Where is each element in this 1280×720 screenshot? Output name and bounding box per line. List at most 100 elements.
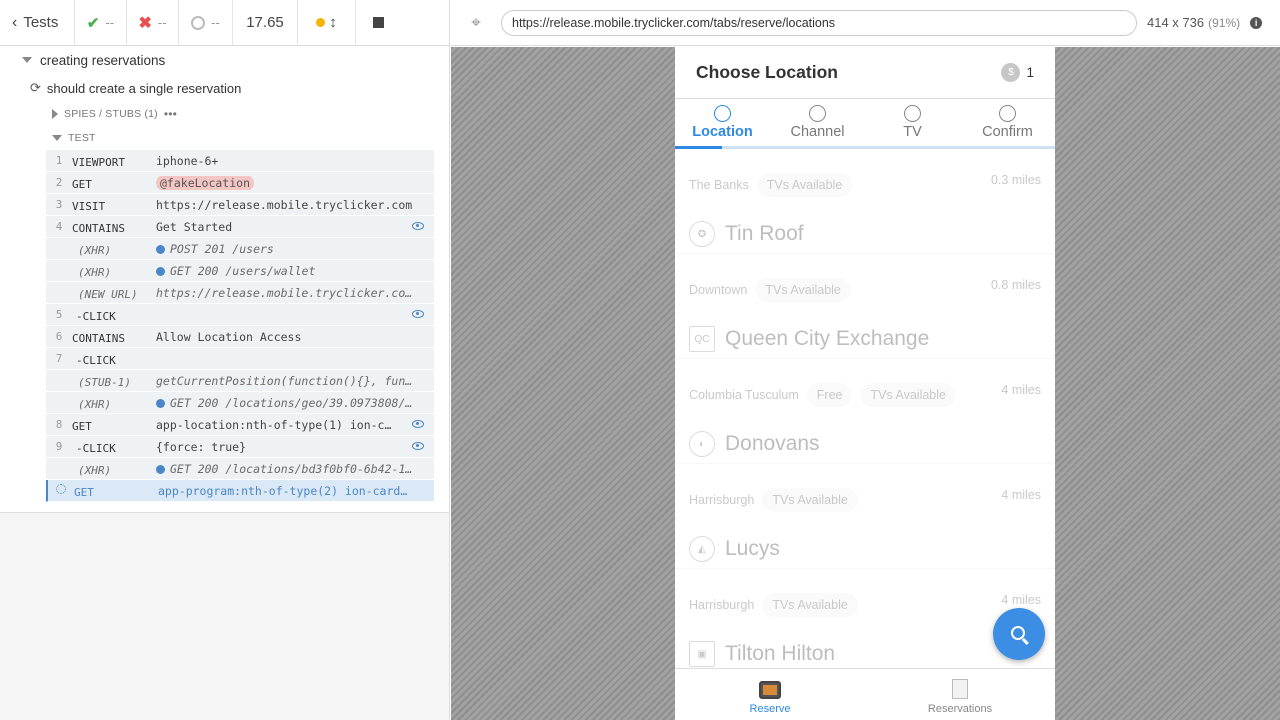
location-name-row: ▣ Tilton Hilton	[689, 641, 835, 667]
step-circle-icon	[809, 105, 826, 122]
location-tags: Harrisburgh TVs Available	[689, 488, 858, 512]
command-name: VIEWPORT	[72, 156, 125, 169]
visibility-eye-icon	[412, 222, 424, 230]
suite-title[interactable]: creating reservations	[0, 46, 449, 74]
viewport-info[interactable]: 414 x 736 (91%) i	[1147, 15, 1263, 30]
command-row[interactable]: 5 -CLICK	[46, 304, 434, 326]
location-card[interactable]: Columbia Tusculum Free TVs Available 4 mile…	[675, 359, 1055, 464]
test-title[interactable]: ⟳ should create a single reservation	[0, 74, 449, 102]
step-confirm[interactable]: Confirm	[960, 99, 1055, 146]
command-message: GET 200 /locations/bd3f0bf0-6b42-11…	[156, 462, 434, 476]
command-message: getCurrentPosition(function(){}, fun…	[156, 373, 413, 388]
command-row[interactable]: (STUB-1) getCurrentPosition(function(){},…	[46, 370, 434, 392]
command-row[interactable]: 2 GET @fakeLocation	[46, 172, 434, 194]
command-number: 5	[55, 308, 63, 321]
step-label: Confirm	[982, 124, 1033, 140]
command-row[interactable]: (XHR) GET 200 /locations/geo/39.0973808/-…	[46, 392, 434, 414]
location-card[interactable]: The Banks TVs Available 0.3 miles ✪ Tin Roof	[675, 149, 1055, 254]
search-fab[interactable]	[993, 608, 1045, 660]
command-row[interactable]: 4 CONTAINS Get Started	[46, 216, 434, 238]
command-number	[48, 484, 74, 497]
pending-stat: --	[179, 0, 233, 45]
tests-back-button[interactable]: ‹ Tests	[0, 0, 75, 45]
command-row[interactable]: (XHR) GET 200 /users/wallet	[46, 260, 434, 282]
command-row[interactable]: 6 CONTAINS Allow Location Access	[46, 326, 434, 348]
command-row[interactable]: (XHR) POST 201 /users	[46, 238, 434, 260]
command-row[interactable]: 8 GET app-location:nth-of-type(1) ion-c…	[46, 414, 434, 436]
step-location[interactable]: Location	[675, 99, 770, 146]
spies-stubs-toggle[interactable]: SPIES / STUBS (1) •••	[0, 102, 449, 126]
tab-reservations[interactable]: Reservations	[865, 669, 1055, 720]
selector-playground-button[interactable]: ⌖	[451, 13, 501, 33]
cross-icon: ✖	[138, 14, 152, 32]
step-channel[interactable]: Channel	[770, 99, 865, 146]
command-message: app-location:nth-of-type(1) ion-c…	[156, 417, 392, 432]
location-tags: The Banks TVs Available	[689, 173, 853, 197]
command-row[interactable]: (XHR) GET 200 /locations/bd3f0bf0-6b42-11…	[46, 458, 434, 480]
caret-down-icon	[22, 57, 32, 63]
scroll-arrows-icon: ↕	[329, 14, 337, 31]
url-bar[interactable]: https://release.mobile.tryclicker.com/ta…	[501, 9, 1137, 36]
command-message: https://release.mobile.tryclicker.co…	[156, 285, 413, 300]
command-row[interactable]: 7 -CLICK	[46, 348, 434, 370]
tab-reserve[interactable]: Reserve	[675, 669, 865, 720]
tab-label: Reservations	[927, 703, 993, 715]
location-tags: Columbia Tusculum Free TVs Available	[689, 383, 956, 407]
location-card[interactable]: Harrisburgh TVs Available 4 miles ◭ Lucys	[675, 464, 1055, 569]
tests-label: Tests	[23, 14, 59, 31]
location-area: Harrisburgh	[689, 598, 755, 612]
location-area: The Banks	[689, 178, 749, 192]
step-label: TV	[903, 124, 922, 140]
xhr-status-icon	[156, 266, 165, 276]
info-icon: i	[1250, 16, 1263, 29]
location-tag: TVs Available	[762, 593, 858, 617]
xhr-message: GET 200 /locations/bd3f0bf0-6b42-11…	[170, 461, 420, 476]
stop-button[interactable]	[356, 0, 400, 45]
step-tv[interactable]: TV	[865, 99, 960, 146]
test-hook-toggle[interactable]: TEST	[0, 126, 449, 150]
command-number: 2	[55, 176, 63, 189]
location-name-row: QC Queen City Exchange	[689, 326, 929, 352]
xhr-message: GET 200 /users/wallet	[170, 263, 316, 278]
command-number: 7	[55, 352, 63, 365]
reservation-stepper: Location Channel TV Confirm	[675, 99, 1055, 149]
location-tags: Harrisburgh TVs Available	[689, 593, 858, 617]
location-distance: 4 miles	[1001, 593, 1041, 607]
location-name-row: ✪ Tin Roof	[689, 221, 804, 247]
alias-badge: @fakeLocation	[156, 175, 255, 190]
venue-logo-icon: ◭	[689, 536, 715, 562]
location-distance: 0.8 miles	[990, 278, 1041, 292]
visibility-eye-icon	[412, 442, 424, 450]
command-name: (STUB-1)	[78, 376, 131, 389]
location-tag: TVs Available	[755, 278, 851, 302]
command-number: 8	[55, 418, 63, 431]
coin-icon: $	[1001, 63, 1021, 82]
duration: 17.65	[233, 0, 298, 45]
command-name: (XHR)	[78, 244, 112, 257]
command-number: 9	[55, 440, 63, 453]
running-status-icon	[316, 18, 326, 27]
command-row[interactable]: GET app-program:nth-of-type(2) ion-card-…	[46, 480, 434, 502]
location-name: Tin Roof	[725, 222, 804, 245]
command-message: Allow Location Access	[156, 329, 302, 344]
command-row[interactable]: 9 -CLICK {force: true}	[46, 436, 434, 458]
command-name: GET	[72, 178, 92, 191]
tab-bar: Reserve Reservations	[675, 668, 1055, 720]
location-card[interactable]: Downtown TVs Available 0.8 miles QC Queen Ci…	[675, 254, 1055, 359]
xhr-status-icon	[156, 464, 165, 474]
command-row[interactable]: 3 VISIT https://release.mobile.tryclicker.…	[46, 194, 434, 216]
command-row[interactable]: 1 VIEWPORT iphone-6+	[46, 150, 434, 172]
aut-viewport: Choose Location $ 1 Location Channel TV Con…	[451, 47, 1280, 720]
auto-scroll-toggle[interactable]: ↕	[298, 0, 356, 45]
more-icon: •••	[163, 107, 178, 121]
command-message: app-program:nth-of-type(2) ion-card-…	[158, 483, 415, 498]
location-distance: 4 miles	[1001, 383, 1041, 397]
command-name: -CLICK	[76, 354, 116, 367]
location-name-row: ◭ Lucys	[689, 536, 780, 562]
command-name: GET	[74, 486, 94, 499]
command-name: (NEW URL)	[78, 288, 138, 301]
command-row[interactable]: (NEW URL) https://release.mobile.tryclick…	[46, 282, 434, 304]
test-runner-panel: ‹ Tests ✔ -- ✖ -- -- 17.65 ↕ creating re…	[0, 0, 450, 720]
location-list: The Banks TVs Available 0.3 miles ✪ Tin Roof…	[675, 149, 1055, 674]
tab-label: Reserve	[749, 703, 791, 715]
